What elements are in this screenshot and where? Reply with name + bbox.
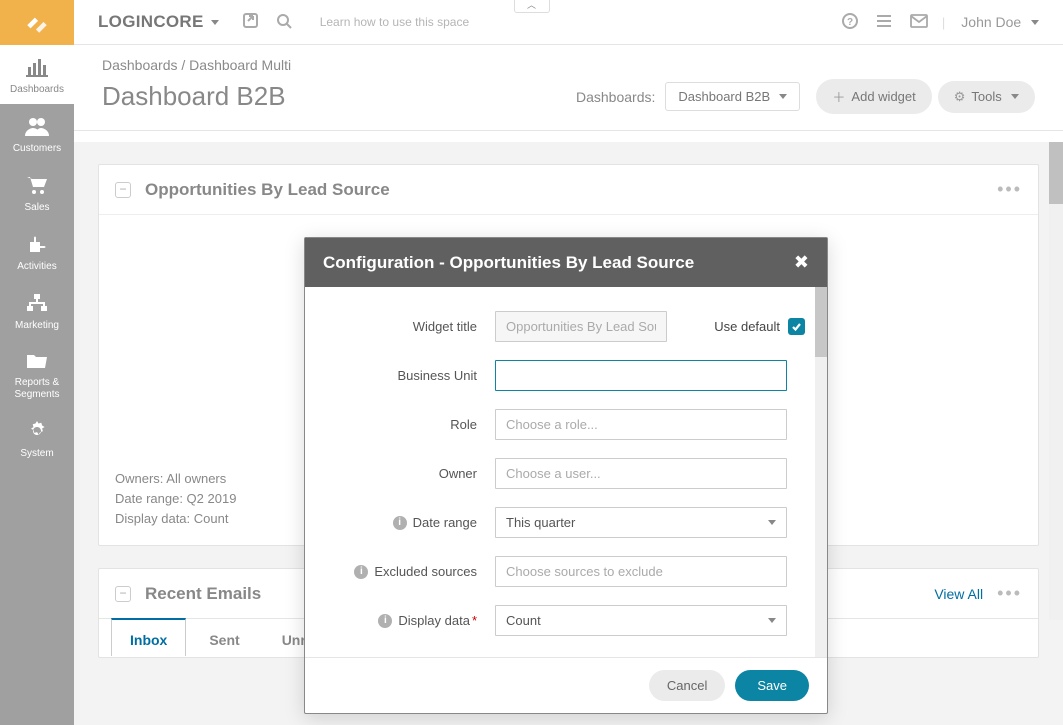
folder-icon <box>26 352 48 373</box>
label-date-range: Date range <box>413 515 477 530</box>
caret-down-icon <box>211 20 219 25</box>
excluded-sources-select[interactable]: Choose sources to exclude <box>495 556 787 587</box>
bar-chart-icon <box>26 57 48 80</box>
caret-down-icon <box>768 520 776 525</box>
widget-meta: Owners: All owners Date range: Q2 2019 D… <box>115 469 236 529</box>
plus-icon: ＋ <box>832 87 845 106</box>
sitemap-icon <box>26 293 48 316</box>
display-data-select[interactable]: Count <box>495 605 787 636</box>
breadcrumb: Dashboards / Dashboard Multi <box>102 57 1035 73</box>
caret-down-icon <box>1011 94 1019 99</box>
page-scrollbar-thumb[interactable] <box>1049 142 1063 204</box>
topbar: LOGINCORE Learn how to use this space ? … <box>74 0 1063 45</box>
panel-menu[interactable]: ••• <box>997 179 1022 200</box>
app-logo[interactable] <box>0 0 74 45</box>
search-icon[interactable] <box>276 13 292 32</box>
owner-select[interactable]: Choose a user... <box>495 458 787 489</box>
help-icon[interactable]: ? <box>842 13 858 32</box>
label-role: Role <box>305 417 495 432</box>
save-button[interactable]: Save <box>735 670 809 701</box>
label-excluded: Excluded sources <box>374 564 477 579</box>
tab-inbox[interactable]: Inbox <box>111 618 186 656</box>
cancel-button[interactable]: Cancel <box>649 670 725 701</box>
sidebar-item-label: Customers <box>0 143 74 155</box>
sidebar-item-label: Reports & Segments <box>0 377 74 401</box>
info-icon[interactable]: i <box>354 565 368 579</box>
sidebar-item-label: Marketing <box>0 320 74 332</box>
caret-down-icon <box>779 94 787 99</box>
label-use-default: Use default <box>714 319 780 334</box>
modal-title: Configuration - Opportunities By Lead So… <box>323 253 794 273</box>
menu-icon[interactable] <box>876 14 892 31</box>
page-header: Dashboards / Dashboard Multi Dashboard B… <box>74 45 1063 131</box>
sidebar-item-sales[interactable]: Sales <box>0 163 74 222</box>
sidebar-item-customers[interactable]: Customers <box>0 104 74 163</box>
panel-title: Opportunities By Lead Source <box>145 180 997 200</box>
svg-text:?: ? <box>847 17 853 28</box>
tools-button[interactable]: ⚙Tools <box>938 81 1035 113</box>
info-icon[interactable]: i <box>378 614 392 628</box>
breadcrumb-link[interactable]: Dashboards <box>102 57 178 73</box>
add-widget-button[interactable]: ＋Add widget <box>816 79 931 114</box>
date-range-select[interactable]: This quarter <box>495 507 787 538</box>
users-icon <box>25 116 49 139</box>
sidebar-item-activities[interactable]: Activities <box>0 222 74 281</box>
sidebar: Dashboards Customers Sales Activities Ma… <box>0 0 74 725</box>
cart-icon <box>26 175 48 198</box>
use-default-checkbox[interactable] <box>788 318 805 335</box>
label-display-data: Display data* <box>398 613 477 628</box>
sidebar-item-label: System <box>0 448 74 460</box>
business-unit-input[interactable] <box>495 360 787 391</box>
role-select[interactable]: Choose a role... <box>495 409 787 440</box>
share-icon[interactable] <box>243 13 258 31</box>
widget-title-input[interactable] <box>495 311 667 342</box>
user-name: John Doe <box>961 14 1021 30</box>
caret-down-icon <box>768 618 776 623</box>
panel-collapse-top[interactable]: ︿ <box>514 0 550 13</box>
configuration-modal: Configuration - Opportunities By Lead So… <box>304 237 828 714</box>
page-scrollbar-track <box>1049 142 1063 620</box>
logo-icon <box>24 10 50 36</box>
collapse-toggle[interactable]: − <box>115 586 131 602</box>
panel-menu[interactable]: ••• <box>997 583 1022 604</box>
space-hint: Learn how to use this space <box>320 15 469 29</box>
page-title: Dashboard B2B <box>102 81 576 112</box>
breadcrumb-current: Dashboard Multi <box>189 57 291 73</box>
label-owner: Owner <box>305 466 495 481</box>
modal-scrollbar-thumb[interactable] <box>815 287 827 357</box>
mail-icon[interactable] <box>910 14 928 31</box>
user-menu[interactable]: John Doe <box>961 14 1039 30</box>
dashboard-select[interactable]: Dashboard B2B <box>665 82 800 111</box>
sidebar-item-label: Dashboards <box>0 84 74 96</box>
info-icon[interactable]: i <box>393 516 407 530</box>
sidebar-item-label: Activities <box>0 261 74 273</box>
sidebar-item-marketing[interactable]: Marketing <box>0 281 74 340</box>
sidebar-item-dashboards[interactable]: Dashboards <box>0 45 74 104</box>
dash-picker-label: Dashboards: <box>576 89 655 105</box>
puzzle-icon <box>26 234 48 257</box>
caret-down-icon <box>1031 20 1039 25</box>
label-widget-title: Widget title <box>305 319 495 334</box>
close-icon[interactable]: ✖ <box>794 252 809 273</box>
gear-icon <box>27 421 47 444</box>
sidebar-item-label: Sales <box>0 202 74 214</box>
label-business-unit: Business Unit <box>305 368 495 383</box>
brand-switcher[interactable]: LOGINCORE <box>98 12 219 32</box>
sidebar-item-reports[interactable]: Reports & Segments <box>0 340 74 409</box>
sidebar-item-system[interactable]: System <box>0 409 74 468</box>
gear-icon: ⚙ <box>954 89 966 105</box>
collapse-toggle[interactable]: − <box>115 182 131 198</box>
tab-sent[interactable]: Sent <box>190 619 258 657</box>
view-all-link[interactable]: View All <box>934 586 983 602</box>
